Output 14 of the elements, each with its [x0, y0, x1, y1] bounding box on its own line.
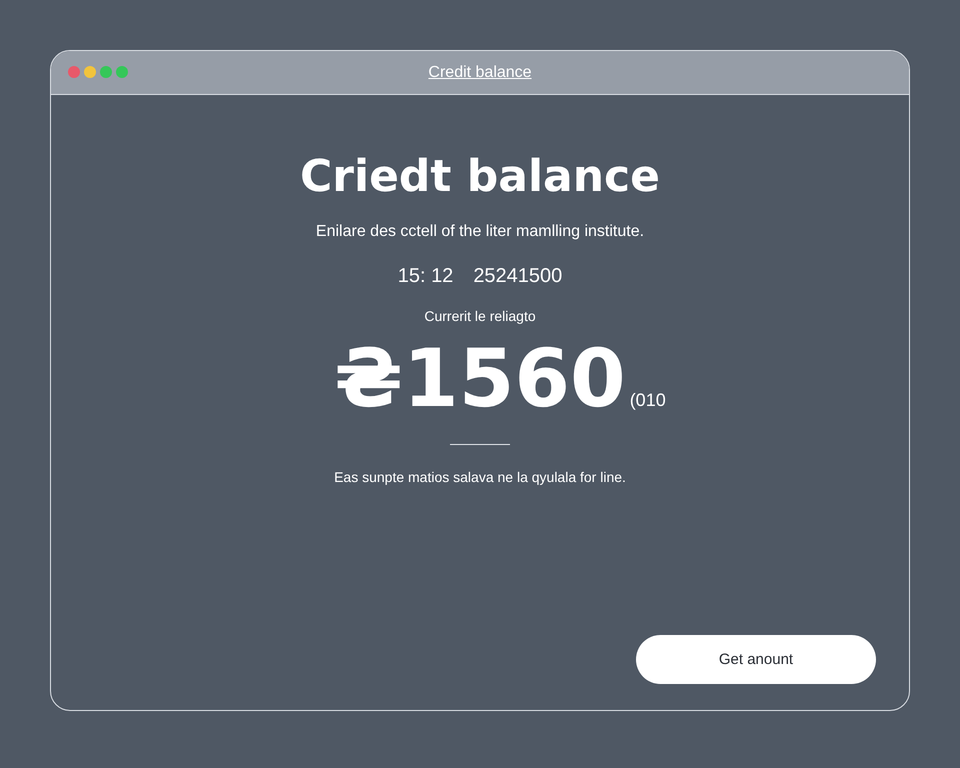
amount-suffix: (010 — [630, 390, 666, 411]
window-control-dot[interactable] — [84, 66, 96, 78]
window-control-dot[interactable] — [116, 66, 128, 78]
get-amount-button[interactable]: Get anount — [636, 635, 876, 684]
note-text: Eas sunpte matios salava ne la qyulala for line. — [334, 469, 626, 485]
window-control-dot[interactable] — [68, 66, 80, 78]
window-title: Credit balance — [428, 64, 532, 82]
balance-label: Currerit le reliagto — [424, 308, 536, 324]
subtitle: Enilare des cctell of the liter mamlling institute. — [316, 223, 644, 241]
window-control-dot[interactable] — [100, 66, 112, 78]
time-text: 15: 12 — [398, 265, 454, 288]
balance-amount: ₴1560 — [334, 334, 626, 424]
number-text: 25241500 — [473, 265, 562, 288]
heading: Criedt balance — [300, 150, 660, 204]
